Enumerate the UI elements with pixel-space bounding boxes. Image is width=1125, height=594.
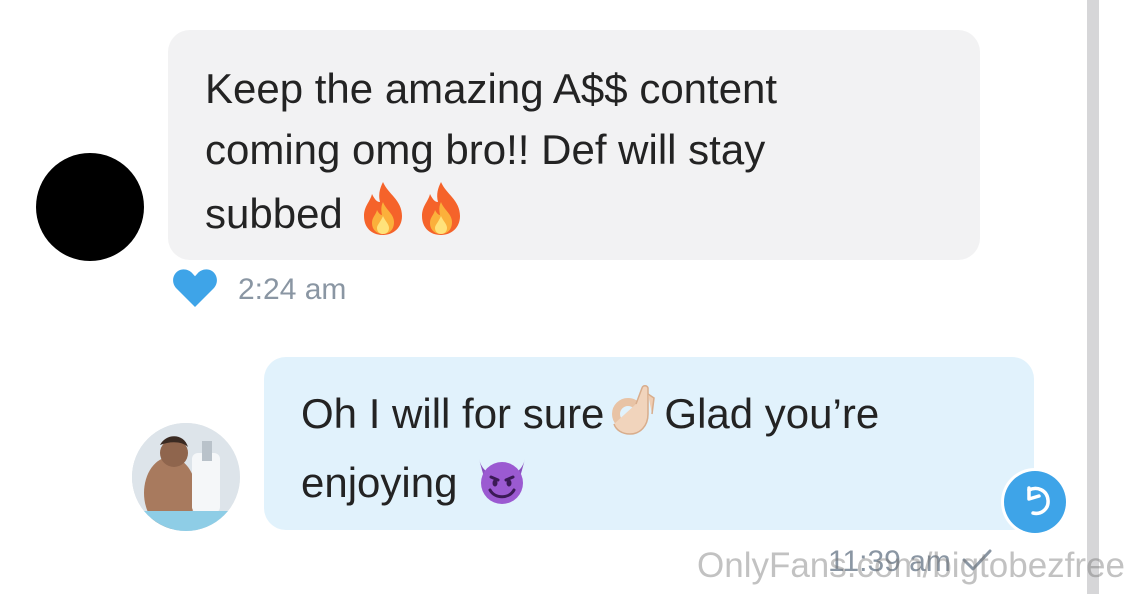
- heart-icon[interactable]: [172, 268, 218, 313]
- fire-emoji-icon: [358, 180, 408, 252]
- watermark: OnlyFans.com/bigtobezfree: [697, 546, 1125, 585]
- smiling-devil-emoji-icon: [473, 453, 531, 521]
- sender-avatar[interactable]: [36, 153, 144, 261]
- outgoing-message-text: Oh I will for sure Glad you’re enjoying: [301, 383, 1004, 521]
- incoming-message-text: Keep the amazing A$$ content coming omg …: [205, 58, 950, 252]
- ok-hand-emoji-icon: [608, 384, 660, 452]
- incoming-timestamp: 2:24 am: [238, 273, 347, 306]
- scrollbar[interactable]: [1087, 0, 1099, 594]
- outgoing-message-bubble: Oh I will for sure Glad you’re enjoying: [264, 357, 1034, 530]
- undo-reply-icon: [1017, 482, 1053, 523]
- incoming-line-1: Keep the amazing A$$ content: [205, 65, 778, 112]
- outgoing-text-part-1: Oh I will for sure: [301, 390, 605, 437]
- incoming-message-meta: 2:24 am: [172, 268, 346, 312]
- incoming-line-2: coming omg bro!! Def will stay: [205, 126, 766, 173]
- outgoing-text-part-2: Glad you’re: [664, 390, 880, 437]
- incoming-line-3: subbed: [205, 190, 343, 237]
- undo-reply-button[interactable]: [1004, 471, 1066, 533]
- fire-emoji-icon: [416, 180, 466, 252]
- outgoing-line-2: enjoying: [301, 459, 458, 506]
- incoming-message-bubble: Keep the amazing A$$ content coming omg …: [168, 30, 980, 260]
- user-avatar[interactable]: [132, 423, 240, 531]
